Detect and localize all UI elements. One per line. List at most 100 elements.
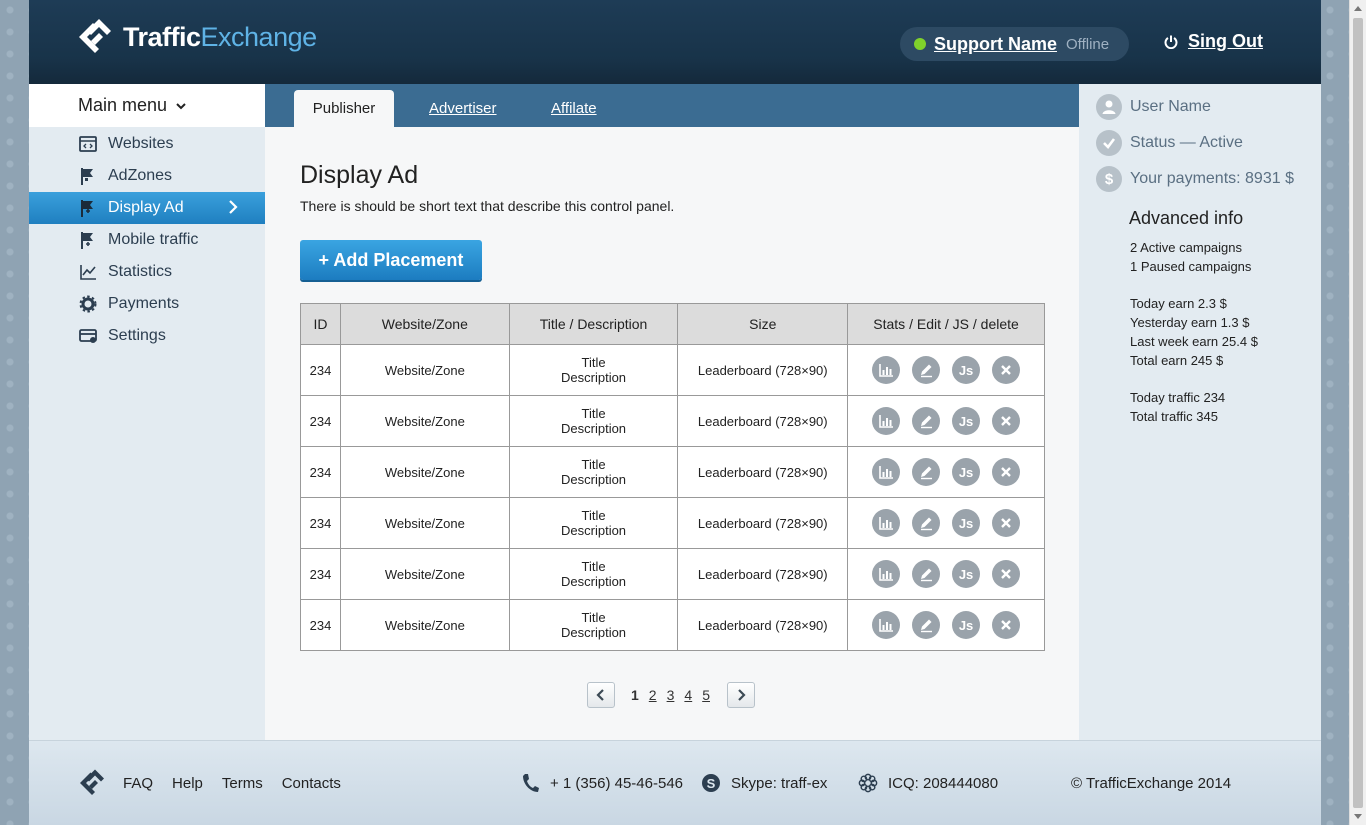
add-placement-button[interactable]: + Add Placement [300, 240, 482, 280]
campaigns-paused: 1 Paused campaigns [1130, 259, 1252, 274]
prev-page-button[interactable] [587, 682, 615, 708]
footer-phone: + 1 (356) 45-46-546 [520, 772, 683, 794]
delete-button[interactable] [992, 356, 1021, 384]
stats-button[interactable] [872, 458, 901, 486]
pencil-icon [921, 466, 933, 480]
table-row: 234 Website/Zone Title Description Leaderboa… [300, 497, 1045, 549]
close-icon [1001, 518, 1011, 528]
js-button[interactable]: Js [952, 560, 981, 588]
footer-link-contacts[interactable]: Contacts [282, 775, 341, 792]
user-icon [1096, 94, 1122, 120]
stats-button[interactable] [872, 509, 901, 537]
page-link[interactable]: 2 [649, 687, 657, 703]
sidebar-item-websites[interactable]: Websites [29, 128, 265, 160]
footer-logo-icon[interactable] [77, 768, 107, 798]
sidebar-item-mobile-traffic[interactable]: Mobile traffic [29, 224, 265, 256]
earn-total: Total earn 245 $ [1130, 353, 1224, 368]
power-icon [1164, 35, 1178, 49]
edit-button[interactable] [912, 560, 941, 588]
tab-advertiser[interactable]: Advertiser [429, 90, 497, 127]
support-widget[interactable]: Support Name Offline [900, 27, 1129, 61]
sidebar-item-display-ad[interactable]: Display Ad [29, 192, 265, 224]
footer-link-faq[interactable]: FAQ [123, 775, 153, 792]
bar-chart-icon [879, 568, 894, 581]
sidebar-item-label: Mobile traffic [108, 231, 199, 248]
page-link[interactable]: 1 [631, 687, 639, 703]
sidebar-item-label: AdZones [108, 167, 173, 184]
scroll-up-arrow[interactable] [1354, 6, 1362, 11]
js-button[interactable]: Js [952, 458, 981, 486]
js-button[interactable]: Js [952, 356, 981, 384]
column-header-title[interactable]: Title / Description [508, 303, 679, 345]
edit-button[interactable] [912, 458, 941, 486]
page-description: There is should be short text that descr… [300, 198, 675, 214]
table-row: 234 Website/Zone Title Description Leaderboa… [300, 548, 1045, 600]
sidebar-item-payments[interactable]: Payments [29, 288, 265, 320]
delete-button[interactable] [992, 611, 1021, 639]
cell-actions: Js [847, 395, 1045, 447]
phone-icon [523, 774, 539, 792]
cell-size: Leaderboard (728×90) [677, 446, 849, 498]
flag-plus-icon [81, 232, 93, 249]
pencil-icon [921, 415, 933, 429]
footer-icq: ICQ: 208444080 [858, 772, 998, 794]
page-link[interactable]: 5 [702, 687, 710, 703]
cell-actions: Js [847, 446, 1045, 498]
page-link[interactable]: 3 [667, 687, 675, 703]
scroll-down-arrow[interactable] [1354, 814, 1362, 819]
stats-button[interactable] [872, 356, 901, 384]
card-icon [79, 329, 97, 343]
sidebar-item-adzones[interactable]: AdZones [29, 160, 265, 192]
column-header-size[interactable]: Size [677, 303, 849, 345]
js-button[interactable]: Js [952, 611, 981, 639]
next-page-button[interactable] [726, 682, 755, 708]
tab-publisher[interactable]: Publisher [294, 90, 394, 127]
cell-id: 234 [300, 446, 341, 498]
edit-button[interactable] [912, 509, 941, 537]
stats-button[interactable] [872, 611, 901, 639]
cell-title-description: Title Description [508, 548, 679, 600]
cell-zone: Website/Zone [339, 344, 510, 396]
logo-text: TrafficExchange [123, 22, 317, 53]
advanced-info-title: Advanced info [1129, 208, 1244, 228]
vertical-scrollbar[interactable] [1349, 0, 1366, 825]
js-button[interactable]: Js [952, 509, 981, 537]
sidebar-item-settings[interactable]: Settings [29, 320, 265, 352]
main-menu-title: Main menu [78, 95, 168, 115]
logo[interactable]: TrafficExchange [75, 17, 317, 57]
signout-button[interactable]: Sing Out [1164, 31, 1263, 52]
main-menu-toggle[interactable]: Main menu [29, 84, 265, 127]
js-button[interactable]: Js [952, 407, 981, 435]
checkmark-icon [1096, 130, 1122, 156]
stats-button[interactable] [872, 560, 901, 588]
tab-affiliate[interactable]: Affilate [551, 90, 597, 127]
column-header-zone[interactable]: Website/Zone [339, 303, 510, 345]
sidebar-item-statistics[interactable]: Statistics [29, 256, 265, 288]
delete-button[interactable] [992, 407, 1021, 435]
footer-links: FAQ Help Terms Contacts [123, 775, 341, 792]
page-link[interactable]: 4 [684, 687, 692, 703]
delete-button[interactable] [992, 458, 1021, 486]
earn-yesterday: Yesterday earn 1.3 $ [1130, 315, 1250, 330]
pagination: 12345 [587, 682, 755, 708]
header: TrafficExchange Support Name Offline Sin… [29, 0, 1321, 84]
delete-button[interactable] [992, 509, 1021, 537]
column-header-id[interactable]: ID [300, 303, 341, 345]
edit-button[interactable] [912, 356, 941, 384]
logo-text-traffic: Traffic [123, 21, 201, 52]
cell-actions: Js [847, 599, 1045, 651]
footer-link-help[interactable]: Help [172, 775, 203, 792]
sidebar: Main menu Websites AdZones Display Ad Mo… [29, 84, 265, 740]
footer-link-terms[interactable]: Terms [222, 775, 263, 792]
websites-icon [79, 136, 97, 152]
scrollbar-thumb[interactable] [1353, 18, 1363, 808]
user-name: User Name [1130, 98, 1211, 115]
delete-button[interactable] [992, 560, 1021, 588]
edit-button[interactable] [912, 407, 941, 435]
support-name-link[interactable]: Support Name [934, 34, 1057, 55]
page-numbers: 12345 [626, 687, 715, 703]
traffic-info: Today traffic 234 Total traffic 345 [1130, 388, 1225, 426]
edit-button[interactable] [912, 611, 941, 639]
stats-button[interactable] [872, 407, 901, 435]
cell-description: Description [561, 472, 627, 487]
